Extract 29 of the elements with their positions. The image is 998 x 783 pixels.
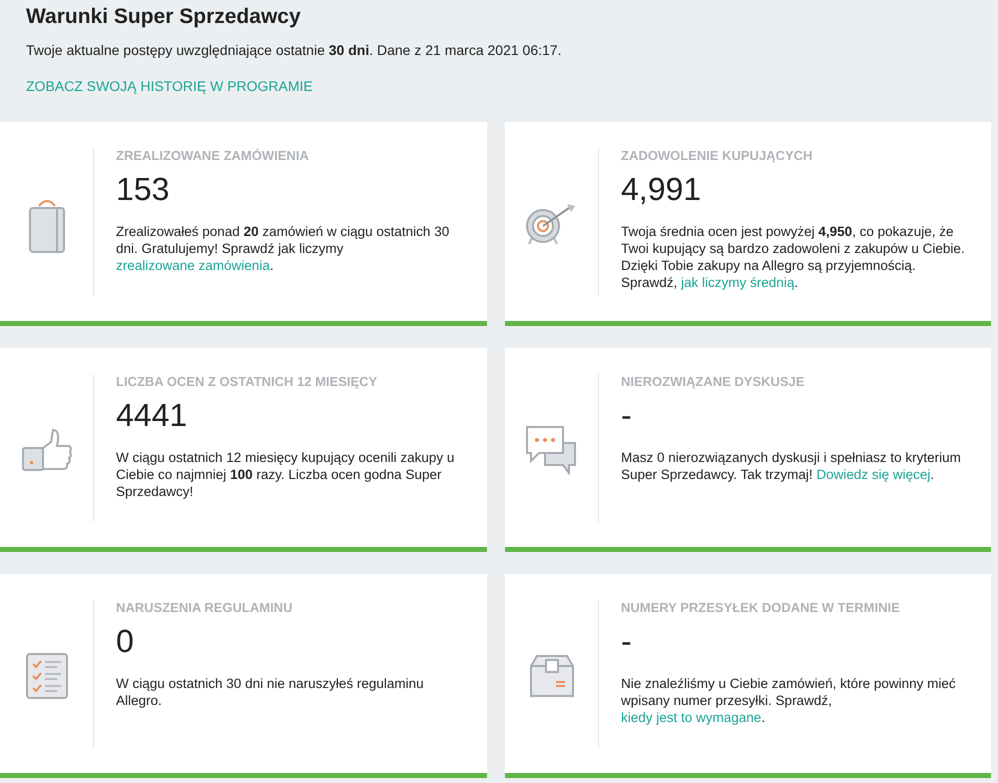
criterion-value: 4,991 — [621, 171, 702, 207]
criterion-value: 0 — [116, 623, 135, 659]
info-link[interactable]: kiedy jest to wymagane — [621, 710, 762, 725]
criterion-value: - — [621, 623, 633, 659]
criterion-description: W ciągu ostatnich 12 miesięcy kupujący ocenili zakupy u Ciebie co najmniej 100 razy. Liczba ocen godna Super Sprzedawcy! — [116, 449, 456, 500]
criterion-label: LICZBA OCEN Z OSTATNICH 12 MIESIĘCY — [116, 374, 378, 389]
info-link[interactable]: jak liczymy średnią — [681, 275, 794, 290]
package-box-icon — [528, 654, 574, 698]
checklist-icon — [24, 652, 68, 700]
criterion-description: Masz 0 nierozwiązanych dyskusji i spełniasz to kryterium Super Sprzedawcy. Tak trzymaj! Dowiedz się więcej. — [621, 449, 962, 483]
history-link[interactable]: ZOBACZ SWOJĄ HISTORIĘ W PROGRAMIE — [26, 78, 313, 94]
info-link[interactable]: zrealizowane zamówienia — [116, 258, 270, 273]
thumbs-up-icon — [20, 428, 72, 472]
chat-bubbles-icon — [524, 425, 578, 475]
info-link[interactable]: Dowiedz się więcej — [816, 467, 930, 482]
criterion-label: ZADOWOLENIE KUPUJĄCYCH — [621, 148, 814, 163]
criterion-label: ZREALIZOWANE ZAMÓWIENIA — [116, 148, 310, 163]
criterion-value: 4441 — [116, 397, 188, 433]
criterion-label: NIEROZWIĄZANE DYSKUSJE — [621, 374, 806, 389]
criterion-label: NARUSZENIA REGULAMINU — [116, 600, 294, 615]
criterion-description: W ciągu ostatnich 30 dni nie naruszyłeś regulaminu Allegro. — [116, 675, 425, 709]
page-title: Warunki Super Sprzedawcy — [26, 4, 302, 30]
criterion-description: Zrealizowałeś ponad 20 zamówień w ciągu ostatnich 30 dni. Gratulujemy! Sprawdź jak liczymy zrealizowane zamówienia. — [116, 223, 450, 274]
criterion-value: 153 — [116, 171, 170, 207]
criterion-description: Twoja średnia ocen jest powyżej 4,950, co pokazuje, że Twoi kupujący są bardzo zadowoleni z zakupów u Ciebie. Dzięki Tobie zakupy na Allegro są przyjemnością. Sprawdź, jak liczymy średnią. — [621, 223, 966, 291]
criterion-label: NUMERY PRZESYŁEK DODANE W TERMINIE — [621, 600, 901, 615]
progress-description: Twoje aktualne postępy uwzględniające ostatnie 30 dni. Dane z 21 marca 2021 06:17. — [26, 42, 562, 58]
criterion-value: - — [621, 397, 633, 433]
criterion-description: Nie znaleźliśmy u Ciebie zamówień, które powinny mieć wpisany numer przesyłki. Sprawdź, kiedy jest to wymagane. — [621, 675, 957, 726]
